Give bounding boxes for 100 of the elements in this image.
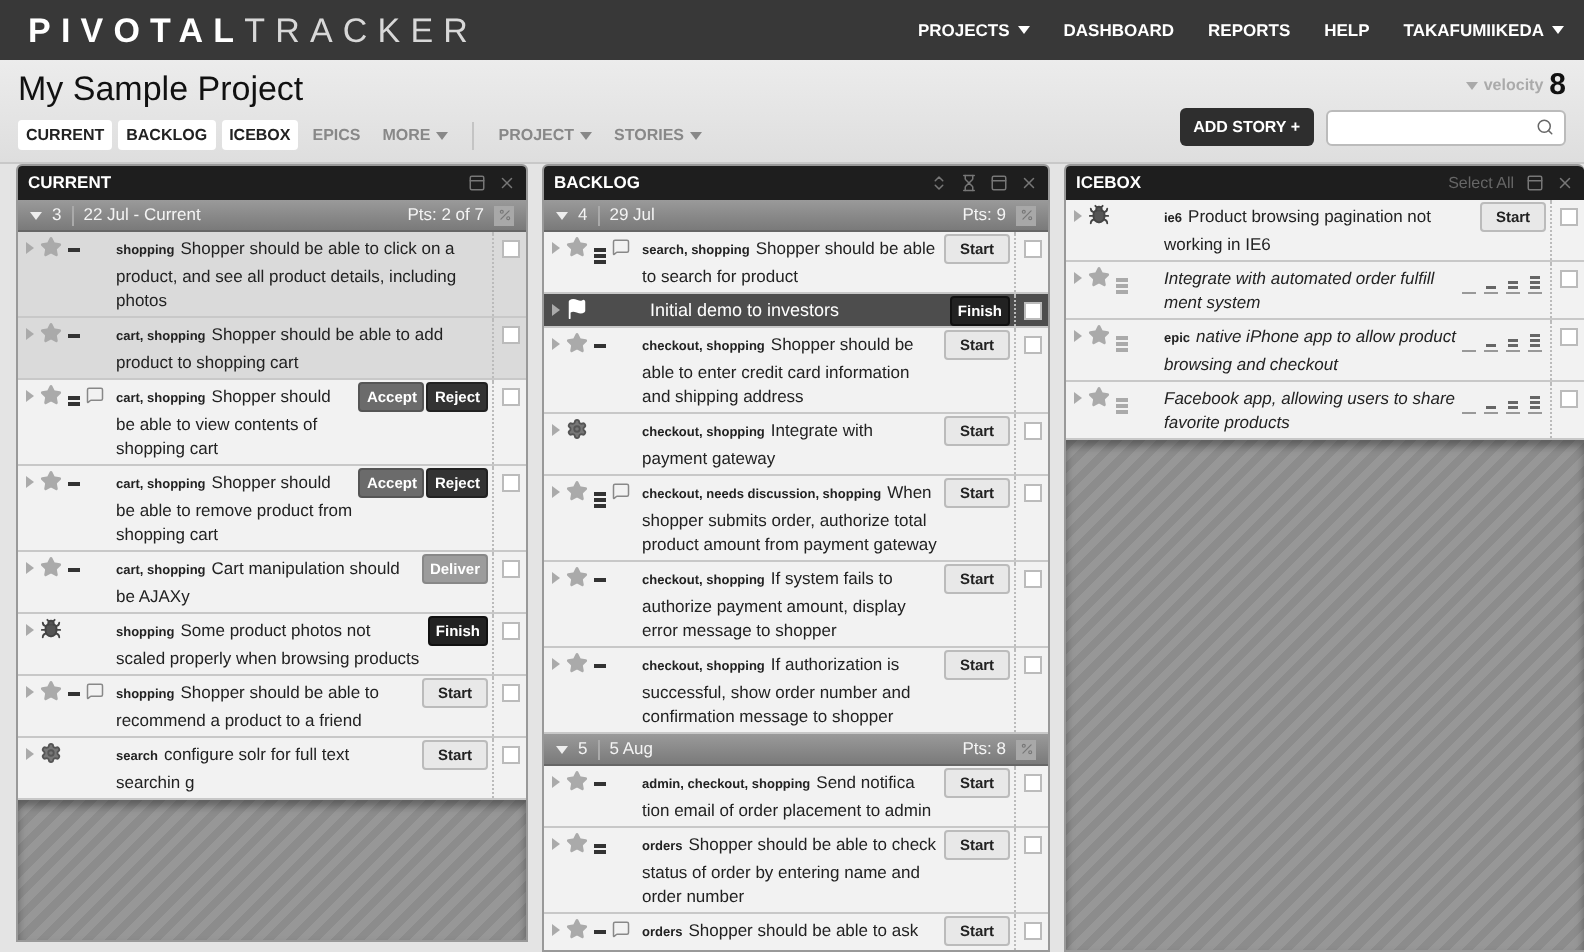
expand-icon[interactable]	[26, 562, 34, 574]
story-text: Facebook app, allowing users to share favorite products	[1164, 386, 1458, 436]
nav-link[interactable]: HELP	[1324, 17, 1370, 43]
checkbox[interactable]	[501, 746, 519, 764]
percent-icon[interactable]	[1016, 205, 1036, 225]
expand-icon[interactable]	[26, 476, 34, 488]
checkbox[interactable]	[1023, 336, 1041, 354]
comment-icon[interactable]	[86, 386, 104, 404]
checkbox[interactable]	[1559, 270, 1577, 288]
collapse-icon	[556, 211, 568, 219]
expand-icon[interactable]	[26, 328, 34, 340]
expand-icon[interactable]	[1074, 272, 1082, 284]
checkbox[interactable]	[1023, 656, 1041, 674]
checkbox[interactable]	[501, 240, 519, 258]
story-row[interactable]: Integrate with automated order fulfill ment system	[1066, 262, 1584, 320]
sort-icon[interactable]	[930, 174, 948, 192]
checkbox[interactable]	[1023, 570, 1041, 588]
expand-icon[interactable]	[552, 924, 560, 936]
checkbox[interactable]	[501, 388, 519, 406]
expand-icon[interactable]	[552, 338, 560, 350]
story-row[interactable]: Facebook app, allowing users to share favorite products	[1066, 382, 1584, 440]
checkbox[interactable]	[1023, 240, 1041, 258]
velocity-label: velocity	[1483, 74, 1544, 98]
panel-title: BACKLOG	[554, 170, 640, 196]
panel-tab[interactable]: BACKLOG	[118, 120, 216, 150]
expand-icon[interactable]	[1074, 210, 1082, 222]
percent-icon[interactable]	[494, 205, 514, 225]
expand-icon[interactable]	[552, 838, 560, 850]
expand-icon[interactable]	[26, 242, 34, 254]
estimate-option-icon[interactable]	[1528, 330, 1542, 352]
project-title: My Sample Project	[18, 70, 306, 110]
search-field[interactable]	[1326, 109, 1566, 145]
expand-icon[interactable]	[26, 748, 34, 760]
percent-icon[interactable]	[1016, 739, 1036, 759]
expand-icon[interactable]	[26, 686, 34, 698]
comment-icon[interactable]	[86, 682, 104, 700]
checkbox[interactable]	[501, 474, 519, 492]
expand-icon[interactable]	[26, 624, 34, 636]
expand-icon[interactable]	[552, 658, 560, 670]
caret-icon	[1465, 82, 1478, 90]
collapse-icon	[556, 745, 568, 753]
checkbox[interactable]	[1023, 422, 1041, 440]
checkbox[interactable]	[1023, 836, 1041, 854]
checkbox[interactable]	[1023, 774, 1041, 792]
collapse-icon	[30, 211, 42, 219]
iteration-number: 4	[578, 202, 588, 228]
nav-link[interactable]: PROJECTS	[917, 17, 1030, 43]
caret-icon	[436, 131, 449, 139]
panel-title: ICEBOX	[1076, 170, 1142, 196]
velocity-value: 8	[1549, 65, 1566, 106]
caret-icon	[1552, 26, 1564, 34]
checkbox[interactable]	[501, 684, 519, 702]
nav-link[interactable]: REPORTS	[1208, 17, 1291, 43]
checkbox[interactable]	[501, 326, 519, 344]
comment-icon[interactable]	[612, 920, 630, 938]
checkbox[interactable]	[501, 560, 519, 578]
checkbox[interactable]	[501, 622, 519, 640]
checkbox[interactable]	[1023, 484, 1041, 502]
estimate-option-icon[interactable]	[1528, 392, 1542, 414]
expand-icon[interactable]	[26, 390, 34, 402]
expand-icon[interactable]	[1074, 330, 1082, 342]
panel-icon[interactable]	[468, 174, 486, 192]
comment-icon[interactable]	[612, 238, 630, 256]
iteration-points: Pts: 8	[962, 736, 1006, 762]
story-text: Initial demo to investors	[648, 298, 842, 324]
caret-icon	[580, 131, 593, 139]
comment-icon[interactable]	[612, 482, 630, 500]
iteration-points: Pts: 2 of 7	[407, 202, 484, 228]
hourglass-icon[interactable]	[960, 174, 978, 192]
expand-icon[interactable]	[1074, 392, 1082, 404]
iteration-number: 5	[578, 736, 588, 762]
add-story-button[interactable]: ADD STORY +	[1179, 108, 1314, 146]
close-icon[interactable]	[498, 174, 516, 192]
expand-icon[interactable]	[552, 424, 560, 436]
nav-link[interactable]: TAKAFUMIIKEDA	[1403, 17, 1564, 43]
expand-icon[interactable]	[552, 486, 560, 498]
checkbox[interactable]	[1559, 390, 1577, 408]
search-icon	[1536, 118, 1554, 136]
close-icon[interactable]	[1020, 174, 1038, 192]
nav-link[interactable]: DASHBOARD	[1063, 17, 1175, 43]
panel-tab[interactable]: CURRENT	[18, 120, 113, 150]
expand-icon[interactable]	[552, 304, 560, 316]
estimate-option-icon[interactable]	[1528, 272, 1542, 294]
checkbox[interactable]	[1559, 328, 1577, 346]
checkbox[interactable]	[1023, 302, 1041, 320]
close-icon[interactable]	[1556, 174, 1574, 192]
panel-tab[interactable]: ICEBOX	[221, 120, 299, 150]
expand-icon[interactable]	[552, 776, 560, 788]
iteration-date: 22 Jul - Current	[83, 202, 201, 228]
expand-icon[interactable]	[552, 572, 560, 584]
iteration-number: 3	[52, 202, 62, 228]
checkbox[interactable]	[1023, 922, 1041, 940]
checkbox[interactable]	[1559, 208, 1577, 226]
panel-icon[interactable]	[1526, 174, 1544, 192]
logo[interactable]: PIVOTAL TRACKER	[28, 13, 479, 47]
caret-icon	[1017, 26, 1030, 34]
iteration-date: 5 Aug	[609, 736, 653, 762]
panel-icon[interactable]	[990, 174, 1008, 192]
expand-icon[interactable]	[552, 242, 560, 254]
iteration-points: Pts: 9	[962, 202, 1006, 228]
